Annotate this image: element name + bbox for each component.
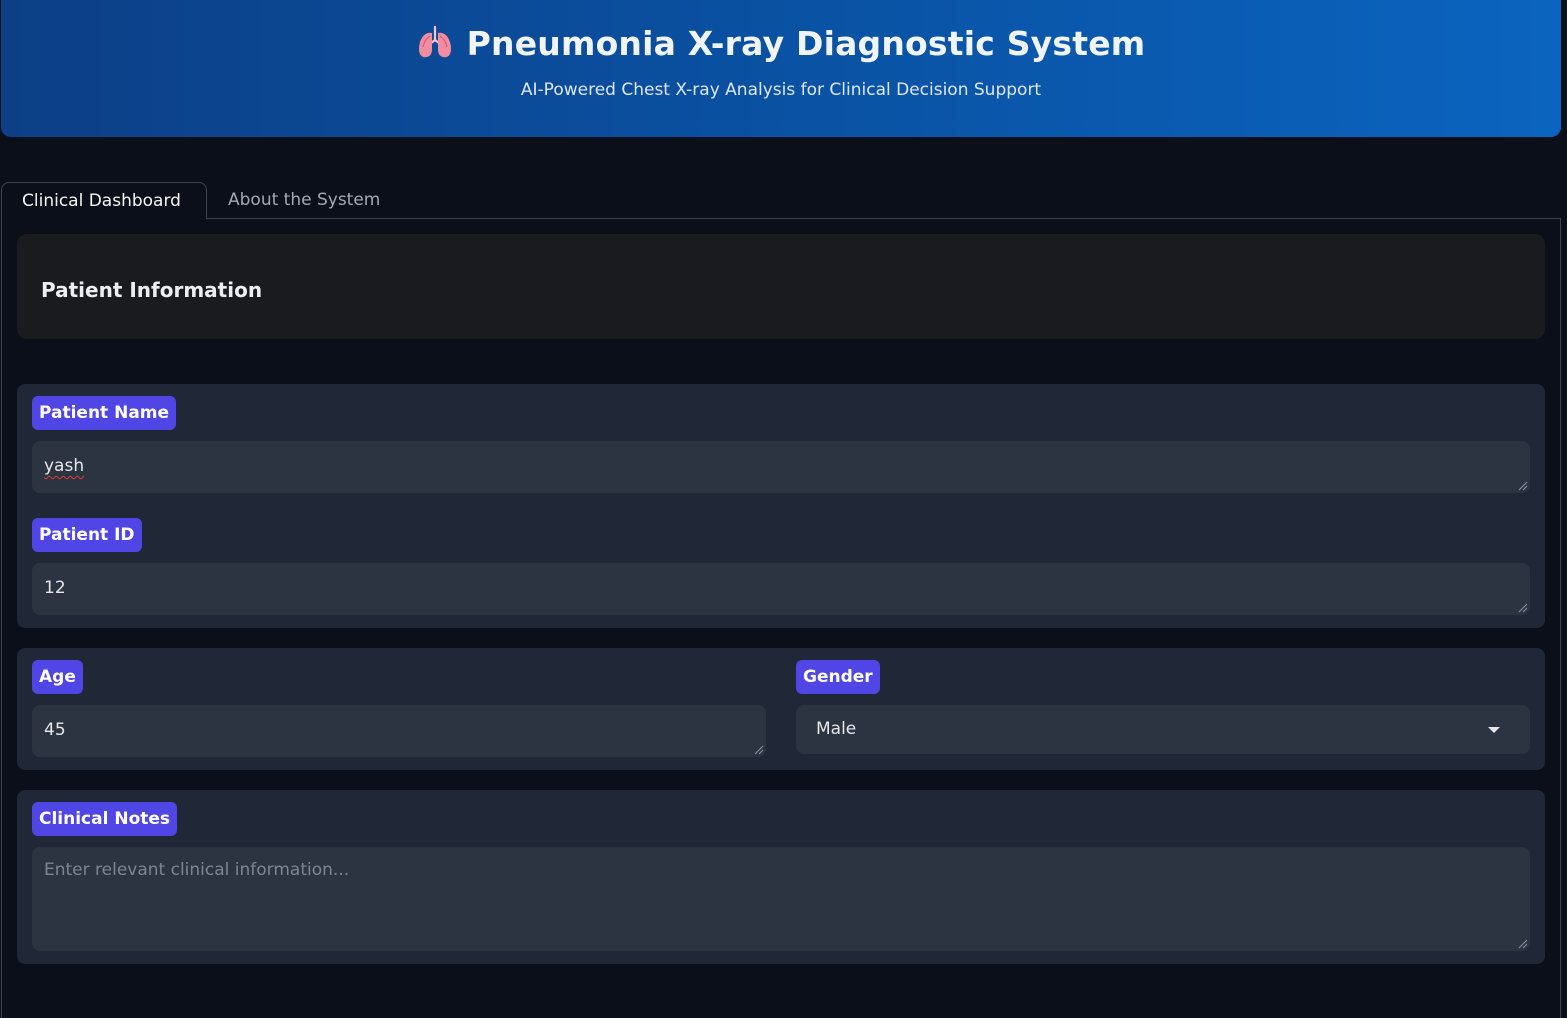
resize-handle-icon[interactable] [1516, 937, 1528, 949]
patient-name-input[interactable]: yash [32, 441, 1530, 493]
tab-clinical-dashboard[interactable]: Clinical Dashboard [1, 182, 207, 220]
chevron-down-icon[interactable] [1488, 727, 1500, 733]
patient-identity-group: Patient Name yash Patient ID 12 [17, 384, 1545, 628]
gender-value: Male [816, 719, 857, 739]
gender-select[interactable]: Male [796, 705, 1530, 754]
app-subtitle: AI-Powered Chest X-ray Analysis for Clin… [520, 80, 1042, 100]
clinical-notes-textarea[interactable]: Enter relevant clinical information... [32, 847, 1530, 951]
lungs-icon [418, 25, 451, 58]
app-title: Pneumonia X-ray Diagnostic System [1, 24, 1561, 63]
app-header: Pneumonia X-ray Diagnostic System AI-Pow… [1, 0, 1561, 137]
tab-bar: Clinical Dashboard About the System [1, 182, 1561, 220]
patient-name-label: Patient Name [32, 396, 177, 430]
section-title: Patient Information [41, 278, 263, 302]
app-title-text: Pneumonia X-ray Diagnostic System [466, 24, 1146, 63]
patient-name-value: yash [44, 456, 85, 476]
patient-id-input[interactable]: 12 [32, 563, 1530, 615]
patient-id-value: 12 [44, 578, 66, 598]
tab-about-the-system[interactable]: About the System [208, 182, 400, 219]
patient-id-label: Patient ID [32, 518, 142, 552]
resize-handle-icon[interactable] [1516, 601, 1528, 613]
age-value: 45 [44, 720, 66, 740]
age-label: Age [32, 660, 83, 694]
clinical-notes-group: Clinical Notes Enter relevant clinical i… [17, 790, 1545, 964]
age-input[interactable]: 45 [32, 705, 766, 757]
patient-information-section: Patient Information [17, 234, 1545, 339]
clinical-notes-label: Clinical Notes [32, 802, 178, 836]
resize-handle-icon[interactable] [752, 743, 764, 755]
gender-label: Gender [796, 660, 880, 694]
demographics-group: Age 45 Gender Male [17, 648, 1545, 770]
resize-handle-icon[interactable] [1516, 479, 1528, 491]
clinical-notes-placeholder: Enter relevant clinical information... [44, 860, 350, 880]
